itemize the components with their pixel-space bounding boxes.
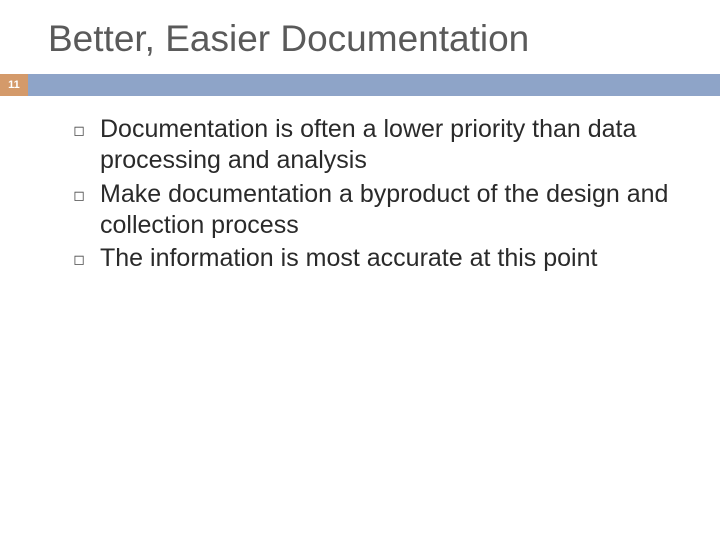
list-item: ◻ Make documentation a byproduct of the … [72, 179, 680, 242]
bullet-text: Documentation is often a lower priority … [100, 114, 680, 177]
list-item: ◻ Documentation is often a lower priorit… [72, 114, 680, 177]
slide: Better, Easier Documentation 11 ◻ Docume… [0, 0, 720, 540]
divider-bar: 11 [0, 74, 720, 96]
list-item: ◻ The information is most accurate at th… [72, 243, 680, 274]
bullet-icon: ◻ [72, 187, 86, 204]
bullet-icon: ◻ [72, 122, 86, 139]
slide-title: Better, Easier Documentation [0, 0, 720, 74]
bullet-text: The information is most accurate at this… [100, 243, 597, 274]
bullet-text: Make documentation a byproduct of the de… [100, 179, 680, 242]
page-number-badge: 11 [0, 74, 28, 96]
bullet-icon: ◻ [72, 251, 86, 268]
content-area: ◻ Documentation is often a lower priorit… [0, 96, 720, 274]
